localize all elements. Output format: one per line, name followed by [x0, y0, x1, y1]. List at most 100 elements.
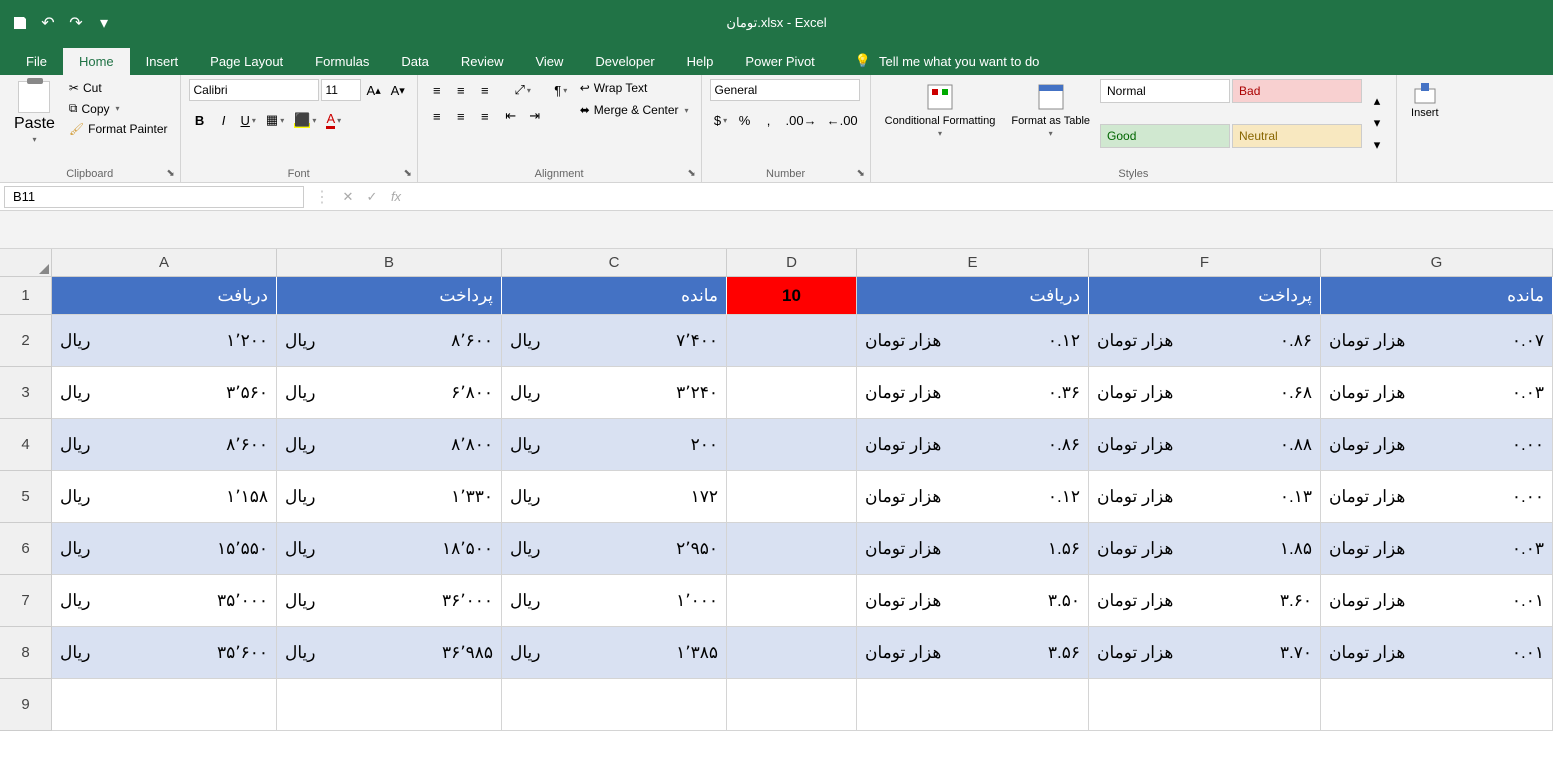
cell-C5[interactable]: ۱۷۲ریال [502, 471, 727, 523]
cut-button[interactable]: ✂Cut [65, 79, 172, 97]
cell-C4[interactable]: ۲۰۰ریال [502, 419, 727, 471]
borders-button[interactable]: ▦ [262, 109, 288, 131]
cell-F2[interactable]: ۰.۸۶هزار تومان [1089, 315, 1321, 367]
column-header-G[interactable]: G [1321, 249, 1553, 277]
underline-button[interactable]: U [237, 109, 260, 131]
formula-bar[interactable] [408, 187, 1553, 206]
column-header-F[interactable]: F [1089, 249, 1321, 277]
font-dialog-launcher[interactable]: ⬊ [401, 166, 415, 180]
cell-A2[interactable]: ۱٬۲۰۰ریال [52, 315, 277, 367]
row-header-8[interactable]: 8 [0, 627, 52, 679]
accounting-format-icon[interactable]: $ [710, 109, 732, 131]
cell-C3[interactable]: ۳٬۲۴۰ریال [502, 367, 727, 419]
tab-help[interactable]: Help [671, 48, 730, 75]
cell-B2[interactable]: ۸٬۶۰۰ریال [277, 315, 502, 367]
cell-A7[interactable]: ۳۵٬۰۰۰ریال [52, 575, 277, 627]
cell-E2[interactable]: ۰.۱۲هزار تومان [857, 315, 1089, 367]
font-size-input[interactable] [321, 79, 361, 101]
row-header-6[interactable]: 6 [0, 523, 52, 575]
cell-F9[interactable] [1089, 679, 1321, 731]
cell-E3[interactable]: ۰.۳۶هزار تومان [857, 367, 1089, 419]
cell-G7[interactable]: ۰.۰۱هزار تومان [1321, 575, 1553, 627]
cell-E7[interactable]: ۳.۵۰هزار تومان [857, 575, 1089, 627]
cell-A6[interactable]: ۱۵٬۵۵۰ریال [52, 523, 277, 575]
redo-icon[interactable]: ↷ [64, 11, 88, 35]
format-painter-button[interactable]: 🖌Format Painter [65, 120, 172, 138]
row-header-3[interactable]: 3 [0, 367, 52, 419]
cell-G3[interactable]: ۰.۰۳هزار تومان [1321, 367, 1553, 419]
cell-F8[interactable]: ۳.۷۰هزار تومان [1089, 627, 1321, 679]
cell-D7[interactable] [727, 575, 857, 627]
row-header-9[interactable]: 9 [0, 679, 52, 731]
cell-C9[interactable] [502, 679, 727, 731]
cell-B7[interactable]: ۳۶٬۰۰۰ریال [277, 575, 502, 627]
increase-indent-icon[interactable]: ⇥ [524, 105, 546, 127]
cell-G5[interactable]: ۰.۰۰هزار تومان [1321, 471, 1553, 523]
cell-style-good[interactable]: Good [1100, 124, 1230, 148]
tab-data[interactable]: Data [385, 48, 444, 75]
cell-E8[interactable]: ۳.۵۶هزار تومان [857, 627, 1089, 679]
align-middle-icon[interactable]: ≡ [450, 79, 472, 101]
cell-G9[interactable] [1321, 679, 1553, 731]
column-header-C[interactable]: C [502, 249, 727, 277]
cell-D4[interactable] [727, 419, 857, 471]
font-color-button[interactable]: A [322, 109, 345, 131]
cell-style-neutral[interactable]: Neutral [1232, 124, 1362, 148]
clipboard-dialog-launcher[interactable]: ⬊ [164, 166, 178, 180]
align-left-icon[interactable]: ≡ [426, 105, 448, 127]
cell-D5[interactable] [727, 471, 857, 523]
align-bottom-icon[interactable]: ≡ [474, 79, 496, 101]
align-right-icon[interactable]: ≡ [474, 105, 496, 127]
tab-view[interactable]: View [519, 48, 579, 75]
orientation-icon[interactable]: ⤢ [500, 79, 546, 101]
comma-format-icon[interactable]: , [758, 109, 780, 131]
cell-B1[interactable]: پرداخت [277, 277, 502, 315]
cell-C8[interactable]: ۱٬۳۸۵ریال [502, 627, 727, 679]
row-header-1[interactable]: 1 [0, 277, 52, 315]
cell-F6[interactable]: ۱.۸۵هزار تومان [1089, 523, 1321, 575]
cell-F5[interactable]: ۰.۱۳هزار تومان [1089, 471, 1321, 523]
cell-A4[interactable]: ۸٬۶۰۰ریال [52, 419, 277, 471]
number-dialog-launcher[interactable]: ⬊ [854, 166, 868, 180]
tab-home[interactable]: Home [63, 48, 130, 75]
font-name-input[interactable] [189, 79, 319, 101]
cell-G4[interactable]: ۰.۰۰هزار تومان [1321, 419, 1553, 471]
alignment-dialog-launcher[interactable]: ⬊ [685, 166, 699, 180]
row-header-2[interactable]: 2 [0, 315, 52, 367]
fill-color-button[interactable]: ⬛ [290, 109, 320, 131]
column-header-E[interactable]: E [857, 249, 1089, 277]
tab-power-pivot[interactable]: Power Pivot [729, 48, 830, 75]
paste-button[interactable]: Paste ▾ [8, 79, 61, 166]
column-header-A[interactable]: A [52, 249, 277, 277]
cell-E5[interactable]: ۰.۱۲هزار تومان [857, 471, 1089, 523]
tab-formulas[interactable]: Formulas [299, 48, 385, 75]
decrease-decimal-icon[interactable]: ←.00 [823, 109, 862, 131]
cell-F7[interactable]: ۳.۶۰هزار تومان [1089, 575, 1321, 627]
copy-button[interactable]: ⧉Copy▾ [65, 99, 172, 118]
qat-customize-icon[interactable]: ▾ [92, 11, 116, 35]
cell-D8[interactable] [727, 627, 857, 679]
decrease-indent-icon[interactable]: ⇤ [500, 105, 522, 127]
cancel-formula-icon[interactable]: ✕ [336, 186, 360, 208]
cell-E6[interactable]: ۱.۵۶هزار تومان [857, 523, 1089, 575]
cell-D2[interactable] [727, 315, 857, 367]
cell-D3[interactable] [727, 367, 857, 419]
styles-more-icon[interactable]: ▾ [1366, 134, 1388, 156]
cell-D9[interactable] [727, 679, 857, 731]
row-header-5[interactable]: 5 [0, 471, 52, 523]
cell-B4[interactable]: ۸٬۸۰۰ریال [277, 419, 502, 471]
cell-A5[interactable]: ۱٬۱۵۸ریال [52, 471, 277, 523]
align-top-icon[interactable]: ≡ [426, 79, 448, 101]
cell-G8[interactable]: ۰.۰۱هزار تومان [1321, 627, 1553, 679]
percent-format-icon[interactable]: % [734, 109, 756, 131]
insert-function-icon[interactable]: fx [384, 186, 408, 208]
cell-F3[interactable]: ۰.۶۸هزار تومان [1089, 367, 1321, 419]
tab-insert[interactable]: Insert [130, 48, 195, 75]
decrease-font-icon[interactable]: A▾ [387, 79, 409, 101]
cell-G2[interactable]: ۰.۰۷هزار تومان [1321, 315, 1553, 367]
cell-A3[interactable]: ۳٬۵۶۰ریال [52, 367, 277, 419]
cell-B5[interactable]: ۱٬۳۳۰ریال [277, 471, 502, 523]
format-as-table-button[interactable]: Format as Table▾ [1005, 79, 1096, 166]
cell-E9[interactable] [857, 679, 1089, 731]
increase-font-icon[interactable]: A▴ [363, 79, 385, 101]
